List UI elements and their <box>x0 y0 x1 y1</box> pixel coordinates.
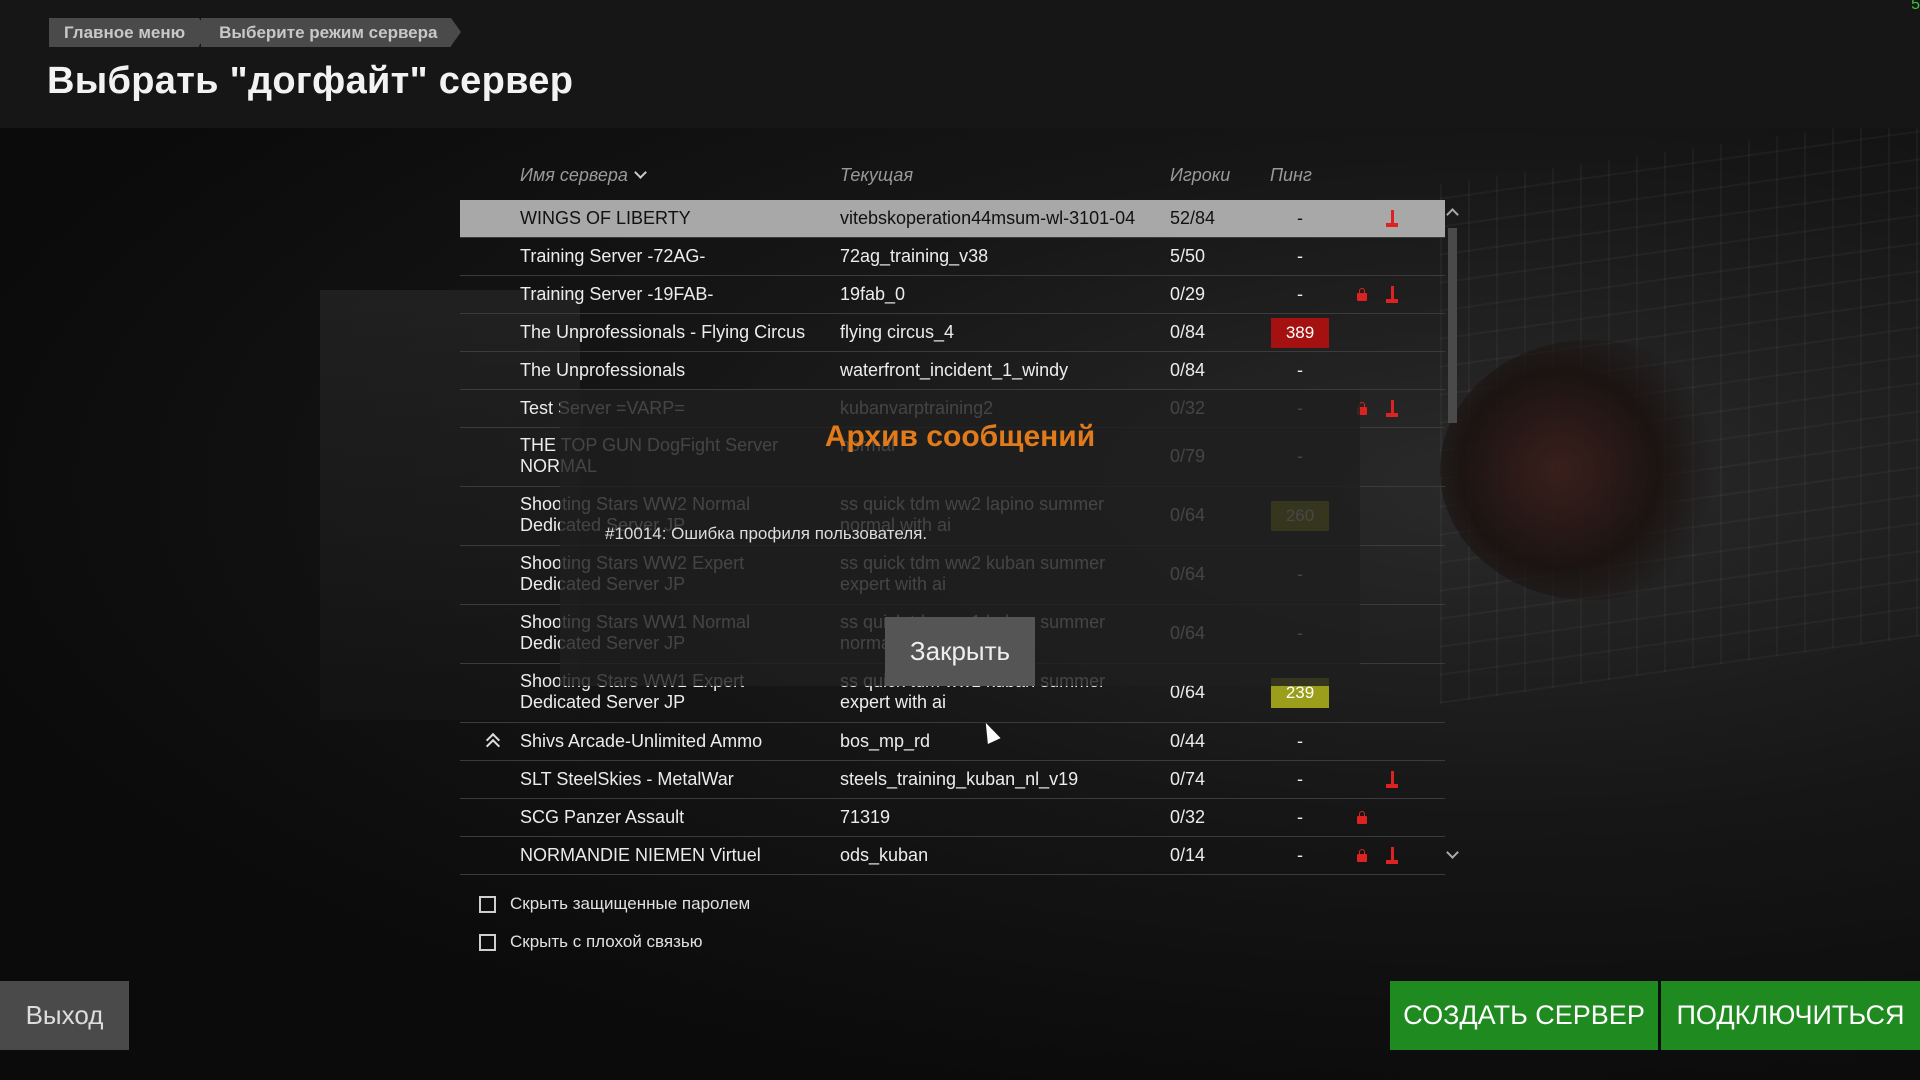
server-name: SCG Panzer Assault <box>520 807 685 827</box>
dialog-message: #10014: Ошибка профиля пользователя. <box>605 524 928 543</box>
table-header: Имя сервера Текущая Игроки Пинг <box>460 155 1445 200</box>
server-name: NORMANDIE NIEMEN Virtuel <box>520 845 761 865</box>
server-players: 5/50 <box>1170 245 1206 266</box>
scroll-thumb[interactable] <box>1448 228 1457 423</box>
filter-hide-bad-connection[interactable]: Скрыть с плохой связью <box>479 932 703 952</box>
breadcrumb: Главное меню Выберите режим сервера <box>49 18 462 47</box>
breadcrumb-server-mode[interactable]: Выберите режим сервера <box>201 18 462 47</box>
hide-bad-connection-label: Скрыть с плохой связью <box>510 932 703 951</box>
server-row[interactable]: The Unprofessionals - Flying Circus flyin… <box>460 314 1445 352</box>
server-name: The Unprofessionals <box>520 360 686 380</box>
server-players: 0/32 <box>1170 806 1206 827</box>
breadcrumb-main-menu[interactable]: Главное меню <box>49 18 210 47</box>
server-ping: - <box>1297 359 1303 380</box>
server-ping: - <box>1297 207 1303 228</box>
server-map: vitebskoperation44msum-wl-3101-04 <box>840 208 1136 228</box>
server-ping: - <box>1297 730 1303 751</box>
column-header-name[interactable]: Имя сервера <box>520 165 647 186</box>
server-players: 0/14 <box>1170 844 1206 865</box>
dialog-title: Архив сообщений <box>824 420 1096 453</box>
server-row[interactable]: Shivs Arcade-Unlimited Ammo bos_mp_rd 0/44… <box>460 723 1445 761</box>
scroll-down-icon[interactable] <box>1446 846 1459 859</box>
connect-button[interactable]: ПОДКЛЮЧИТЬСЯ <box>1661 981 1920 1050</box>
server-map: flying circus_4 <box>840 322 955 342</box>
server-ping: - <box>1297 844 1303 865</box>
server-name: Training Server -19FAB- <box>520 284 714 304</box>
page-title: Выбрать "догфайт" сервер <box>47 60 574 102</box>
server-ping: - <box>1297 283 1303 304</box>
lock-icon <box>1357 848 1367 862</box>
server-row[interactable]: NORMANDIE NIEMEN Virtuel ods_kuban 0/14 - <box>460 837 1445 875</box>
hide-password-label: Скрыть защищенные паролем <box>510 894 751 913</box>
hide-password-checkbox[interactable] <box>479 895 496 913</box>
server-name: Training Server -72AG- <box>520 246 706 266</box>
server-players: 0/29 <box>1170 283 1206 304</box>
scrollbar[interactable] <box>1446 200 1459 876</box>
message-archive-dialog: Архив сообщений #10014: Ошибка профиля п… <box>560 390 1360 686</box>
column-header-players[interactable]: Игроки <box>1170 165 1230 186</box>
column-header-name-label: Имя сервера <box>520 165 628 185</box>
server-map: 72ag_training_v38 <box>840 246 989 266</box>
server-row[interactable]: Training Server -72AG- 72ag_training_v38 5… <box>460 238 1445 276</box>
server-row[interactable]: SCG Panzer Assault 71319 0/32 - <box>460 799 1445 837</box>
hide-bad-connection-checkbox[interactable] <box>479 933 496 951</box>
joystick-icon <box>1386 285 1398 304</box>
exit-button[interactable]: Выход <box>0 981 129 1050</box>
server-name: Shivs Arcade-Unlimited Ammo <box>520 731 763 751</box>
sort-chevron-icon <box>634 166 647 179</box>
server-players: 0/44 <box>1170 730 1206 751</box>
server-map: 71319 <box>840 807 891 827</box>
server-map: steels_training_kuban_nl_v19 <box>840 769 1079 789</box>
server-name: SLT SteelSkies - MetalWar <box>520 769 734 789</box>
server-map: ods_kuban <box>840 845 929 865</box>
lock-icon <box>1357 287 1367 301</box>
filter-hide-password[interactable]: Скрыть защищенные паролем <box>479 894 750 914</box>
server-map: 19fab_0 <box>840 284 906 304</box>
server-row[interactable]: SLT SteelSkies - MetalWar steels_training… <box>460 761 1445 799</box>
corner-indicator: 5 <box>1911 0 1920 13</box>
lock-icon <box>1357 810 1367 824</box>
joystick-icon <box>1386 846 1398 865</box>
column-header-map[interactable]: Текущая <box>840 165 913 186</box>
create-server-button[interactable]: СОЗДАТЬ СЕРВЕР <box>1390 981 1658 1050</box>
header: Главное меню Выберите режим сервера Выбр… <box>0 0 1920 128</box>
ping-badge: 389 <box>1271 317 1329 348</box>
server-players: 0/84 <box>1170 359 1206 380</box>
server-ping: - <box>1297 768 1303 789</box>
scroll-up-icon[interactable] <box>1446 208 1459 221</box>
server-name: WINGS OF LIBERTY <box>520 208 691 228</box>
favorite-chevron-icon[interactable] <box>485 733 499 747</box>
background-plane <box>1440 340 1740 600</box>
server-ping: - <box>1297 806 1303 827</box>
server-ping: 389 <box>1270 317 1330 348</box>
server-row[interactable]: Training Server -19FAB- 19fab_0 0/29 - <box>460 276 1445 314</box>
server-players: 0/74 <box>1170 768 1206 789</box>
server-map: waterfront_incident_1_windy <box>840 360 1069 380</box>
server-ping: - <box>1297 245 1303 266</box>
joystick-icon <box>1386 770 1398 789</box>
server-row[interactable]: WINGS OF LIBERTY vitebskoperation44msum-w… <box>460 200 1445 238</box>
server-players: 52/84 <box>1170 207 1216 228</box>
server-name: The Unprofessionals - Flying Circus <box>520 322 806 342</box>
dialog-close-button[interactable]: Закрыть <box>885 617 1035 686</box>
column-header-ping[interactable]: Пинг <box>1270 165 1312 186</box>
joystick-icon <box>1386 399 1398 418</box>
joystick-icon <box>1386 209 1398 228</box>
server-players: 0/84 <box>1170 321 1206 342</box>
server-row[interactable]: The Unprofessionals waterfront_incident_1… <box>460 352 1445 390</box>
